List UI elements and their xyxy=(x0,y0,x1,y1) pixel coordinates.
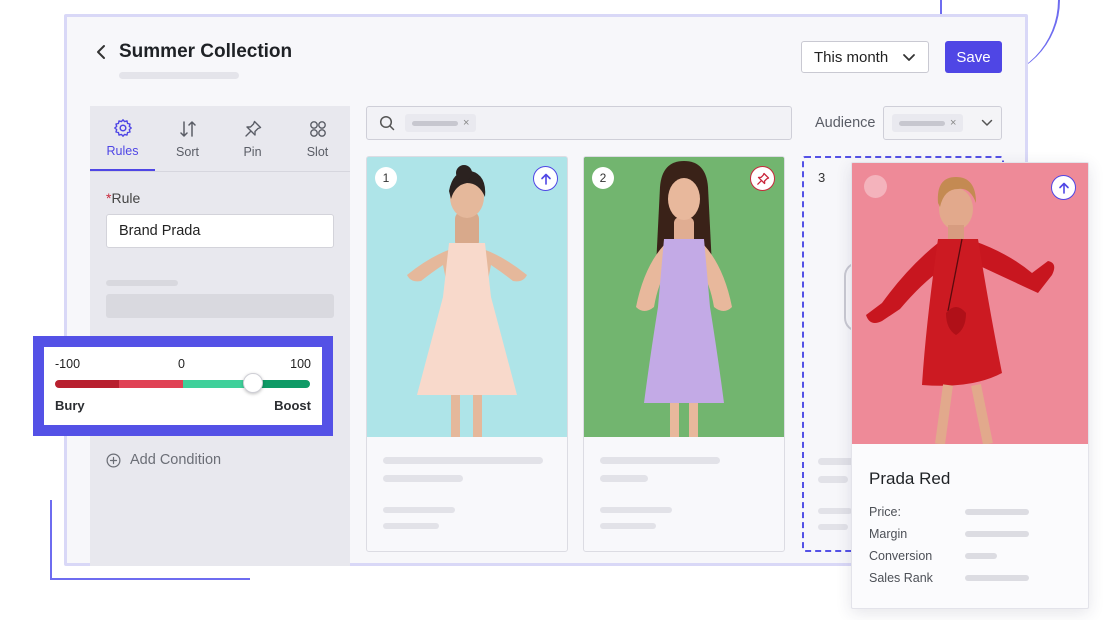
rule-label: *Rule xyxy=(106,190,140,206)
search-icon xyxy=(379,115,395,131)
product-detail-card[interactable]: Prada Red Price: Margin Conversion Sales… xyxy=(851,162,1089,609)
back-chevron-icon[interactable] xyxy=(95,43,109,61)
track-segment xyxy=(55,380,119,388)
slot-grid-icon xyxy=(309,120,326,137)
unpin-button[interactable] xyxy=(750,166,775,191)
text-placeholder xyxy=(818,524,848,530)
text-placeholder xyxy=(600,507,672,513)
tab-sort[interactable]: Sort xyxy=(155,106,220,171)
position-badge: 1 xyxy=(375,167,397,189)
text-placeholder xyxy=(818,508,852,514)
add-condition-label: Add Condition xyxy=(130,452,222,468)
attribute-label: Margin xyxy=(869,527,908,541)
attribute-label: Conversion xyxy=(869,549,933,563)
model-photo xyxy=(852,163,1088,444)
product-image xyxy=(852,163,1088,444)
track-segment xyxy=(119,380,183,388)
pin-icon xyxy=(756,172,769,185)
text-placeholder xyxy=(600,457,720,464)
slider-min-label: -100 xyxy=(55,357,81,371)
product-card[interactable]: 2 xyxy=(583,156,785,552)
boost-button[interactable] xyxy=(533,166,558,191)
remove-chip-icon[interactable]: × xyxy=(950,117,956,129)
chevron-down-icon xyxy=(981,119,993,126)
position-badge: 3 xyxy=(818,170,826,185)
boost-slider-widget: -100 0 100 Bury Boost xyxy=(33,336,333,436)
remove-chip-icon[interactable]: × xyxy=(463,117,469,129)
audience-select[interactable]: × xyxy=(883,106,1002,140)
page-title: Summer Collection xyxy=(119,41,293,62)
slider-track[interactable] xyxy=(55,380,310,388)
attribute-label: Sales Rank xyxy=(869,571,933,585)
rule-label-text: Rule xyxy=(111,190,141,206)
sidebar-tabs: Rules Sort Pin Slot xyxy=(90,106,350,172)
tab-rules[interactable]: Rules xyxy=(90,106,155,171)
text-placeholder xyxy=(600,475,648,482)
gear-icon xyxy=(113,118,132,137)
subtitle-placeholder xyxy=(119,72,239,79)
product-name: Prada Red xyxy=(869,469,951,488)
text-placeholder xyxy=(383,523,439,529)
chip-text-placeholder xyxy=(899,120,945,126)
chevron-down-icon xyxy=(903,53,915,61)
search-input[interactable]: × xyxy=(366,106,792,140)
slider-mid-label: 0 xyxy=(178,357,185,371)
tab-label: Rules xyxy=(106,143,139,158)
search-chip[interactable]: × xyxy=(405,114,477,132)
attribute-label: Price: xyxy=(869,505,901,519)
audience-chip[interactable]: × xyxy=(892,114,964,132)
field-input-placeholder xyxy=(106,294,334,318)
boost-button[interactable] xyxy=(1051,175,1076,200)
text-placeholder xyxy=(383,457,543,464)
tab-pin[interactable]: Pin xyxy=(220,106,285,171)
tab-label: Sort xyxy=(176,144,199,159)
attribute-value-placeholder xyxy=(965,531,1029,537)
attribute-value-placeholder xyxy=(965,509,1029,515)
tab-slot[interactable]: Slot xyxy=(285,106,350,171)
text-placeholder xyxy=(818,476,848,483)
boost-label: Boost xyxy=(274,398,311,413)
model-photo xyxy=(584,157,784,437)
boost-arrow-icon xyxy=(540,173,551,185)
track-segment xyxy=(183,380,247,388)
bury-label: Bury xyxy=(55,398,85,413)
product-image: 2 xyxy=(584,157,784,437)
save-button[interactable]: Save xyxy=(945,41,1002,73)
text-placeholder xyxy=(383,507,455,513)
attribute-value-placeholder xyxy=(965,575,1029,581)
text-placeholder xyxy=(383,475,463,482)
tab-label: Pin xyxy=(243,144,262,159)
date-range-select[interactable]: This month xyxy=(801,41,929,73)
add-condition-button[interactable]: Add Condition xyxy=(106,452,221,468)
chip-text-placeholder xyxy=(412,120,458,126)
tab-label: Slot xyxy=(306,144,329,159)
select-indicator[interactable] xyxy=(864,175,887,198)
slider-panel: -100 0 100 Bury Boost xyxy=(44,347,322,425)
plus-circle-icon xyxy=(106,453,121,467)
audience-label: Audience xyxy=(815,115,876,131)
stage: Summer Collection This month Save Rules xyxy=(0,0,1120,620)
position-badge: 2 xyxy=(592,167,614,189)
attribute-value-placeholder xyxy=(965,553,997,559)
product-image: 1 xyxy=(367,157,567,437)
product-card[interactable]: 1 xyxy=(366,156,568,552)
rule-input[interactable]: Brand Prada xyxy=(106,214,334,248)
pin-icon xyxy=(244,120,261,137)
slider-max-label: 100 xyxy=(290,357,311,371)
field-label-placeholder xyxy=(106,280,178,286)
date-range-value: This month xyxy=(814,48,889,66)
slider-thumb[interactable] xyxy=(242,373,263,393)
text-placeholder xyxy=(600,523,656,529)
boost-arrow-icon xyxy=(1058,182,1069,194)
model-photo xyxy=(367,157,567,437)
sort-arrows-icon xyxy=(179,120,196,137)
